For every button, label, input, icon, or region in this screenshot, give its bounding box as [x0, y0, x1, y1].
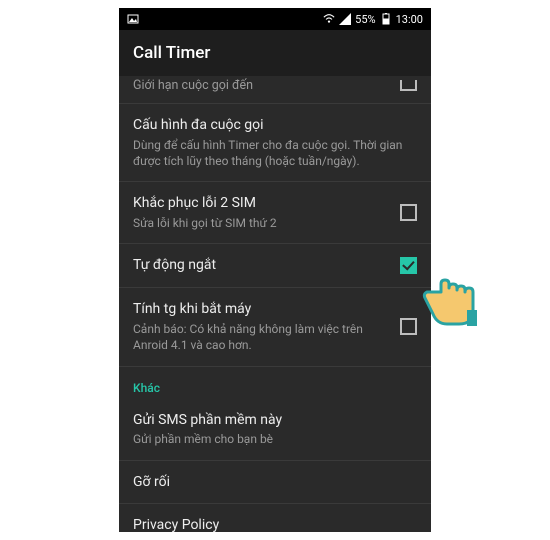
row-count-on-answer[interactable]: Tính tg khi bắt máy Cảnh báo: Có khả năn…	[119, 288, 431, 366]
signal-icon	[339, 13, 351, 25]
row-auto-disconnect[interactable]: Tự động ngắt	[119, 244, 431, 288]
checkbox-count-answer[interactable]	[400, 318, 417, 335]
picture-icon	[127, 13, 139, 25]
row-subtitle: Sửa lỗi khi gọi từ SIM thứ 2	[133, 215, 390, 231]
row-title: Khắc phục lỗi 2 SIM	[133, 194, 390, 213]
row-title: Gửi SMS phần mềm này	[133, 411, 417, 430]
status-bar: 55% 13:00	[119, 8, 431, 30]
battery-icon	[380, 13, 392, 25]
row-sim2-fix[interactable]: Khắc phục lỗi 2 SIM Sửa lỗi khi gọi từ S…	[119, 182, 431, 244]
wifi-icon	[323, 13, 335, 25]
app-title: Call Timer	[133, 43, 210, 63]
row-title: Gỡ rối	[133, 473, 417, 492]
section-header-other: Khác	[119, 367, 431, 399]
phone-frame: 55% 13:00 Call Timer Giới hạn cuộc gọi đ…	[119, 8, 431, 532]
checkbox-auto-disconnect[interactable]	[400, 257, 417, 274]
row-privacy-policy[interactable]: Privacy Policy	[119, 504, 431, 532]
row-title: Cấu hình đa cuộc gọi	[133, 116, 417, 135]
row-subtitle: Giới hạn cuộc gọi đến	[133, 78, 390, 93]
row-send-sms[interactable]: Gửi SMS phần mềm này Gửi phần mềm cho bạ…	[119, 399, 431, 461]
row-subtitle: Dùng để cấu hình Timer cho đa cuộc gọi. …	[133, 137, 417, 169]
checkbox-sim2[interactable]	[400, 204, 417, 221]
row-multi-call-config[interactable]: Cấu hình đa cuộc gọi Dùng để cấu hình Ti…	[119, 104, 431, 182]
row-title: Tính tg khi bắt máy	[133, 300, 390, 319]
app-bar: Call Timer	[119, 30, 431, 76]
settings-list[interactable]: Giới hạn cuộc gọi đến Cấu hình đa cuộc g…	[119, 76, 431, 532]
battery-percent: 55%	[355, 13, 375, 26]
clock: 13:00	[396, 13, 423, 26]
pointer-hand-icon	[419, 254, 499, 338]
row-subtitle: Cảnh báo: Có khả năng không làm việc trê…	[133, 321, 390, 353]
row-incoming-limit[interactable]: Giới hạn cuộc gọi đến	[119, 76, 431, 104]
checkbox-partial[interactable]	[400, 80, 417, 91]
row-title: Privacy Policy	[133, 516, 417, 532]
row-subtitle: Gửi phần mềm cho bạn bè	[133, 431, 417, 447]
row-debug[interactable]: Gỡ rối	[119, 461, 431, 505]
row-title: Tự động ngắt	[133, 256, 390, 275]
